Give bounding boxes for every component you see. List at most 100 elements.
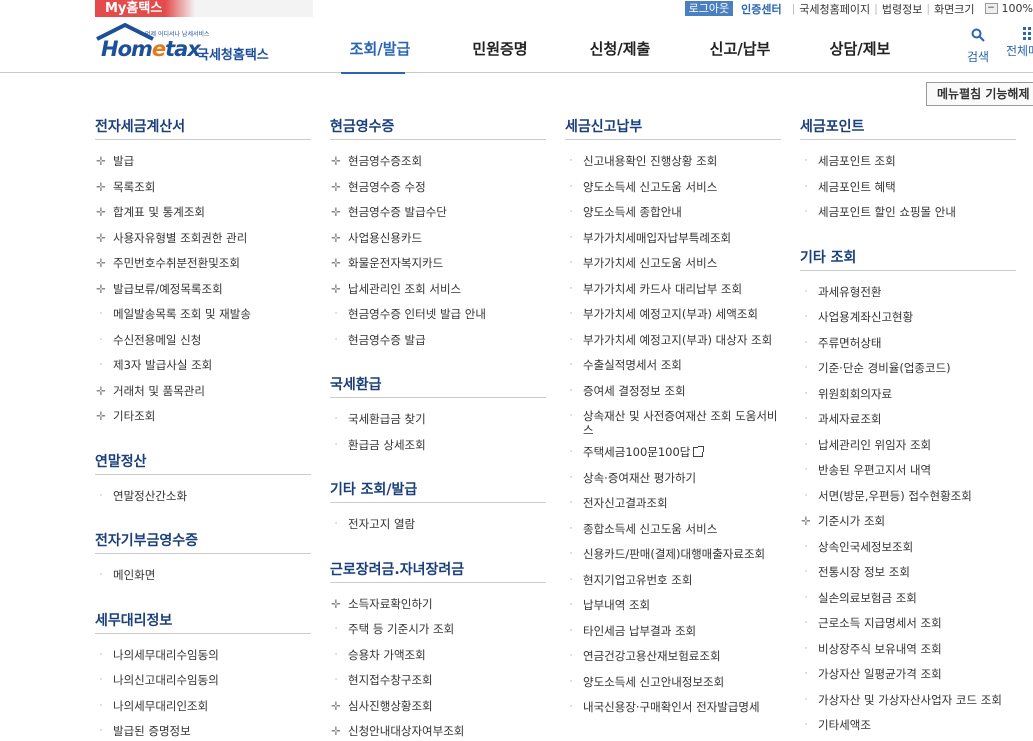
menu-item[interactable]: · 연금건강고용산재보험료조회 <box>565 644 781 670</box>
menu-item[interactable]: · 세금포인트 할인 쇼핑몰 안내 <box>800 200 1016 226</box>
menu-item[interactable]: · 신고내용확인 진행상황 조회 <box>565 149 781 175</box>
menu-item-label: 수출실적명세서 조회 <box>583 358 682 372</box>
menu-item[interactable]: · 제3자 발급사실 조회 <box>95 353 311 379</box>
menu-item[interactable]: · 기준·단순 경비율(업종코드) <box>800 356 1016 382</box>
menu-item[interactable]: · 내국신용장·구매확인서 전자발급명세 <box>565 695 781 721</box>
menu-item[interactable]: · 메인화면 <box>95 563 311 589</box>
menu-item[interactable]: · 주류면허상태 <box>800 331 1016 357</box>
menu-item[interactable]: · 양도소득세 종합안내 <box>565 200 781 226</box>
menu-item[interactable]: · 서면(방문,우편등) 접수현황조회 <box>800 484 1016 510</box>
menu-item[interactable]: ✛ 주민번호수취분전환및조회 <box>95 251 311 277</box>
menu-item[interactable]: · 나의신고대리수임동의 <box>95 668 311 694</box>
menu-item[interactable]: · 주택세금100문100답 <box>565 440 781 466</box>
menu-item[interactable]: · 전통시장 정보 조회 <box>800 560 1016 586</box>
menu-item[interactable]: · 수출실적명세서 조회 <box>565 353 781 379</box>
menu-item[interactable]: ✛ 현금영수증 수정 <box>330 175 546 201</box>
menu-item[interactable]: · 현금영수증 발급 <box>330 328 546 354</box>
nav-apply-submit[interactable]: 신청/제출 <box>560 17 680 73</box>
menu-item-label: 전자신고결과조회 <box>583 496 668 510</box>
menu-item[interactable]: · 부가가치세 예정고지(부과) 세액조회 <box>565 302 781 328</box>
menu-item[interactable]: · 상속·증여재산 평가하기 <box>565 466 781 492</box>
menu-item[interactable]: · 신용카드/판매(결제)대행매출자료조회 <box>565 542 781 568</box>
menu-item[interactable]: ✛ 소득자료확인하기 <box>330 592 546 618</box>
menu-item[interactable]: · 가상자산 일평균가격 조회 <box>800 662 1016 688</box>
bullet-icon: · <box>569 600 573 610</box>
menu-item-label: 수신전용메일 신청 <box>113 332 202 347</box>
menu-item[interactable]: ✛ 현금영수증조회 <box>330 149 546 175</box>
hometax-logo[interactable]: 언제 어디서나 납세서비스 Hometax 국세청홈택스 <box>95 23 285 67</box>
menu-fold-toggle-button[interactable]: 메뉴펼침 기능해제 <box>926 82 1033 106</box>
menu-item[interactable]: ✛ 신청안내대상자여부조회 <box>330 719 546 741</box>
menu-item[interactable]: ✛ 심사진행상황조회 <box>330 694 546 720</box>
nav-consult-report[interactable]: 상담/제보 <box>800 17 920 73</box>
menu-item[interactable]: · 나의세무대리인조회 <box>95 694 311 720</box>
menu-item[interactable]: · 반송된 우편고지서 내역 <box>800 458 1016 484</box>
menu-item[interactable]: · 납부내역 조회 <box>565 593 781 619</box>
menu-item[interactable]: ✛ 납세관리인 조회 서비스 <box>330 277 546 303</box>
menu-item[interactable]: · 실손의료보험금 조회 <box>800 586 1016 612</box>
menu-item[interactable]: · 납세관리인 위임자 조회 <box>800 433 1016 459</box>
menu-item-label: 나의신고대리수임동의 <box>113 673 219 687</box>
menu-item[interactable]: ✛ 합계표 및 통계조회 <box>95 200 311 226</box>
menu-item[interactable]: · 종합소득세 신고도움 서비스 <box>565 517 781 543</box>
header-search-button[interactable]: 검색 <box>963 27 993 65</box>
menu-item[interactable]: · 발급된 증명정보 <box>95 719 311 741</box>
menu-item[interactable]: ✛ 거래처 및 품목관리 <box>95 379 311 405</box>
menu-item[interactable]: · 수신전용메일 신청 <box>95 328 311 354</box>
law-info-link[interactable]: 법령정보 <box>882 1 922 17</box>
menu-item[interactable]: · 부가가치세 카드사 대리납부 조회 <box>565 277 781 303</box>
menu-item-label: 부가가치세 신고도움 서비스 <box>583 256 718 270</box>
menu-item[interactable]: · 국세환급금 찾기 <box>330 407 546 433</box>
menu-item[interactable]: · 타인세금 납부결과 조회 <box>565 619 781 645</box>
menu-item[interactable]: · 부가가치세 예정고지(부과) 대상자 조회 <box>565 328 781 354</box>
menu-item[interactable]: ✛ 화물운전자복지카드 <box>330 251 546 277</box>
menu-item[interactable]: ✛ 목록조회 <box>95 175 311 201</box>
menu-item[interactable]: ✛ 기타조회 <box>95 404 311 430</box>
nav-inquiry-issue[interactable]: 조회/발급 <box>320 17 440 74</box>
menu-item[interactable]: · 전자신고결과조회 <box>565 491 781 517</box>
menu-item[interactable]: · 근로소득 지급명세서 조회 <box>800 611 1016 637</box>
menu-item[interactable]: · 위원회회의자료 <box>800 382 1016 408</box>
menu-item[interactable]: · 환급금 상세조회 <box>330 433 546 459</box>
menu-item[interactable]: · 세금포인트 혜택 <box>800 175 1016 201</box>
menu-item[interactable]: · 연말정산간소화 <box>95 484 311 510</box>
all-menu-button[interactable]: 전체메뉴 <box>1006 27 1033 59</box>
my-hometax-tab[interactable]: My홈택스 <box>95 0 313 17</box>
nav-civil-certificate[interactable]: 민원증명 <box>440 17 560 73</box>
menu-item[interactable]: · 사업용계좌신고현황 <box>800 305 1016 331</box>
menu-item[interactable]: ✛ 발급 <box>95 149 311 175</box>
menu-item[interactable]: · 현지기업고유번호 조회 <box>565 568 781 594</box>
menu-item[interactable]: · 현지접수창구조회 <box>330 668 546 694</box>
menu-item[interactable]: · 현금영수증 인터넷 발급 안내 <box>330 302 546 328</box>
menu-item[interactable]: · 과세자료조회 <box>800 407 1016 433</box>
menu-item[interactable]: · 부가가치세 신고도움 서비스 <box>565 251 781 277</box>
nts-homepage-link[interactable]: 국세청홈페이지 <box>799 1 870 17</box>
menu-item[interactable]: · 부가가치세매입자납부특례조회 <box>565 226 781 252</box>
menu-item[interactable]: · 양도소득세 신고안내정보조회 <box>565 670 781 696</box>
menu-item[interactable]: · 가상자산 및 가상자산사업자 코드 조회 <box>800 688 1016 714</box>
cert-center-link[interactable]: 인증센터 <box>741 1 781 17</box>
menu-item[interactable]: · 상속재산 및 사전증여재산 조회 도움서비스 <box>565 404 781 440</box>
menu-item[interactable]: · 메일발송목록 조회 및 재발송 <box>95 302 311 328</box>
menu-item[interactable]: ✛ 현금영수증 발급수단 <box>330 200 546 226</box>
menu-item[interactable]: ✛ 발급보류/예정목록조회 <box>95 277 311 303</box>
nav-report-pay[interactable]: 신고/납부 <box>680 17 800 73</box>
menu-item[interactable]: · 주택 등 기준시가 조회 <box>330 617 546 643</box>
menu-item[interactable]: · 전자고지 열람 <box>330 512 546 538</box>
menu-item[interactable]: · 기타세액조 <box>800 713 1016 739</box>
menu-item[interactable]: · 세금포인트 조회 <box>800 149 1016 175</box>
all-menu-label: 전체메뉴 <box>1006 44 1033 58</box>
menu-item[interactable]: · 증여세 결정정보 조회 <box>565 379 781 405</box>
logout-button[interactable]: 로그아웃 <box>684 1 734 16</box>
menu-item[interactable]: ✛ 사업용신용카드 <box>330 226 546 252</box>
menu-item[interactable]: ✛ 기준시가 조회 <box>800 509 1016 535</box>
menu-item-label: 상속·증여재산 평가하기 <box>583 470 697 485</box>
menu-item[interactable]: · 나의세무대리수임동의 <box>95 643 311 669</box>
menu-item[interactable]: · 상속인국세정보조회 <box>800 535 1016 561</box>
menu-item[interactable]: · 승용차 가액조회 <box>330 643 546 669</box>
menu-item[interactable]: · 과세유형전환 <box>800 280 1016 306</box>
menu-item[interactable]: ✛ 사용자유형별 조회권한 관리 <box>95 226 311 252</box>
menu-item[interactable]: · 비상장주식 보유내역 조회 <box>800 637 1016 663</box>
zoom-out-button[interactable]: − <box>984 3 998 14</box>
menu-item[interactable]: · 양도소득세 신고도움 서비스 <box>565 175 781 201</box>
